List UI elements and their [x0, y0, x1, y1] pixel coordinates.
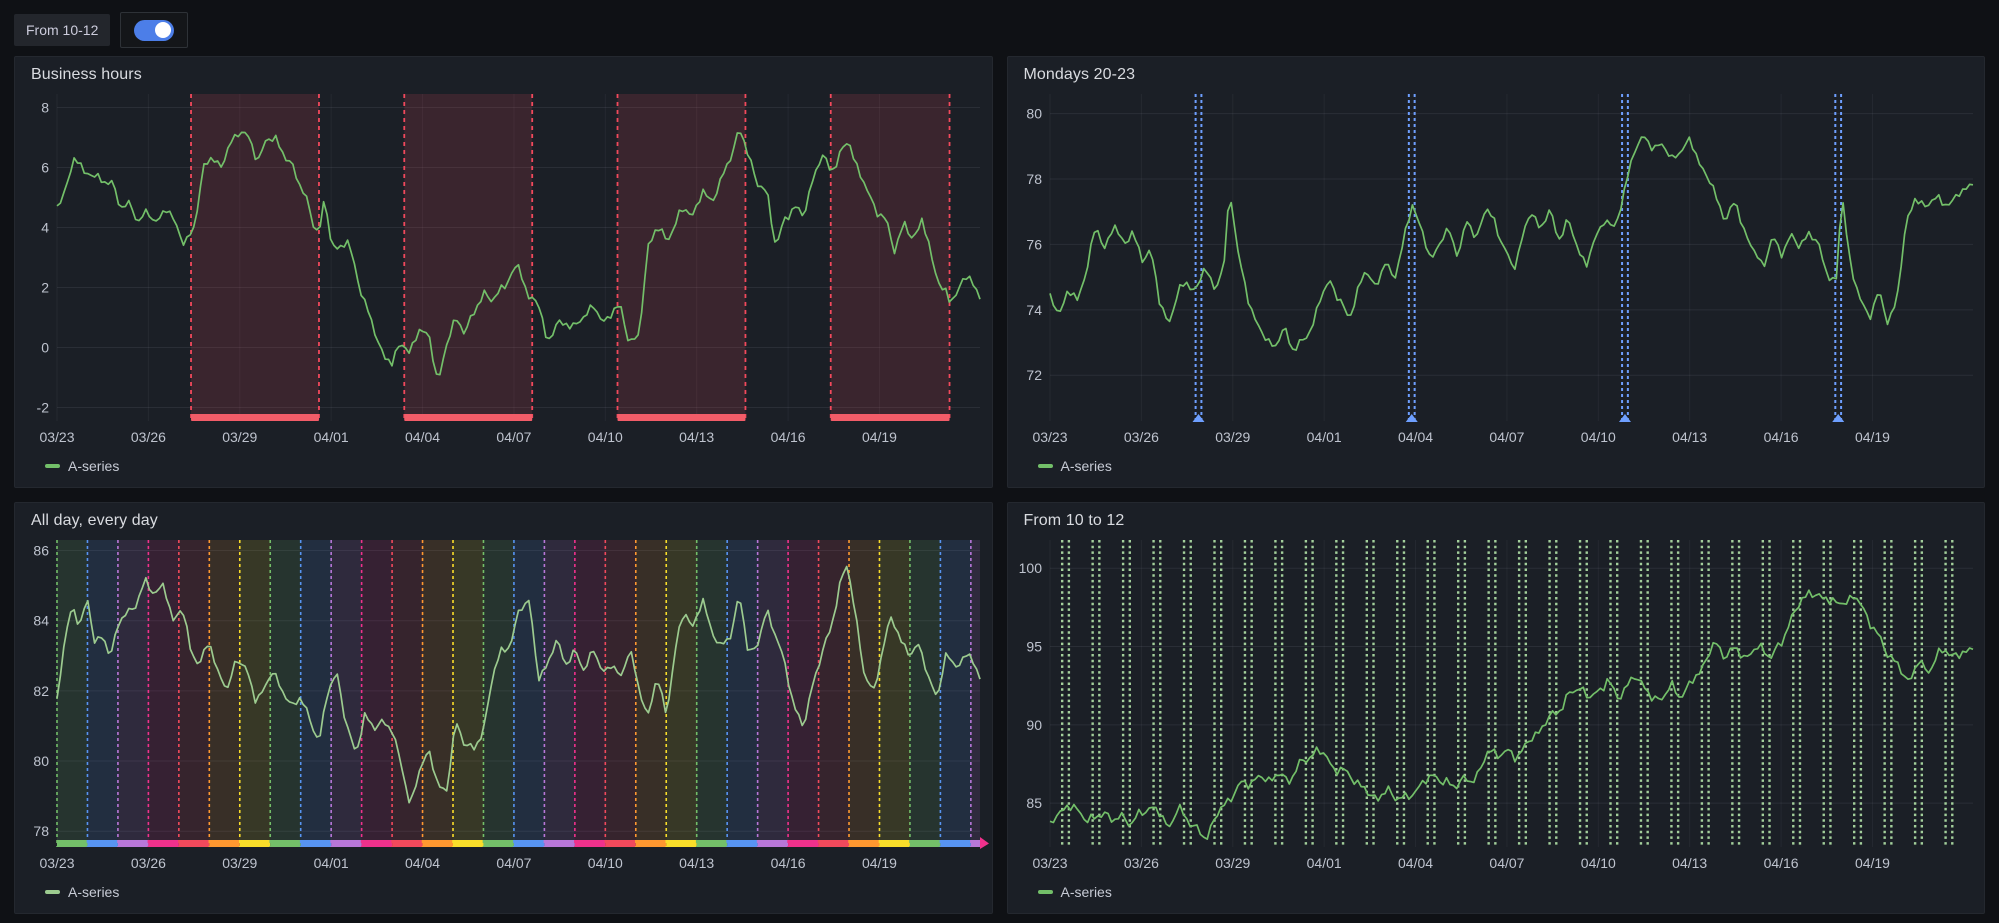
- svg-text:04/01: 04/01: [1306, 429, 1341, 445]
- svg-text:78: 78: [33, 823, 49, 839]
- svg-text:04/07: 04/07: [496, 855, 531, 871]
- svg-text:03/23: 03/23: [39, 855, 74, 871]
- panel-all-day-every-day: All day, every day 03/2303/2603/2904/010…: [14, 502, 993, 914]
- panel-title: All day, every day: [31, 512, 976, 530]
- svg-text:03/26: 03/26: [1123, 855, 1158, 871]
- legend-label: A-series: [1061, 458, 1112, 474]
- legend-label: A-series: [68, 458, 119, 474]
- svg-text:0: 0: [41, 340, 49, 356]
- legend-item[interactable]: A-series: [15, 451, 992, 487]
- svg-text:04/13: 04/13: [1672, 855, 1707, 871]
- svg-text:03/26: 03/26: [1123, 429, 1158, 445]
- series-color-marker: [1038, 890, 1053, 894]
- svg-text:04/07: 04/07: [1489, 429, 1524, 445]
- svg-text:04/04: 04/04: [1398, 855, 1433, 871]
- panel-header[interactable]: From 10 to 12: [1008, 503, 1985, 532]
- svg-text:95: 95: [1026, 639, 1042, 655]
- svg-text:04/19: 04/19: [1854, 855, 1889, 871]
- annotation-filter-label: From 10-12: [14, 14, 110, 46]
- panel-from-10-to-12: From 10 to 12 03/2303/2603/2904/0104/040…: [1007, 502, 1986, 914]
- svg-text:8: 8: [41, 100, 49, 116]
- svg-text:04/19: 04/19: [862, 429, 897, 445]
- svg-text:04/01: 04/01: [1306, 855, 1341, 871]
- svg-text:04/07: 04/07: [496, 429, 531, 445]
- svg-text:03/29: 03/29: [1215, 855, 1250, 871]
- svg-text:80: 80: [33, 753, 49, 769]
- panel-title: Business hours: [31, 66, 976, 84]
- chart-business-hours[interactable]: 03/23 03/26 03/29 04/01 04/04 04/07 04/10 04/13…: [15, 86, 992, 451]
- svg-text:04/01: 04/01: [314, 429, 349, 445]
- svg-text:6: 6: [41, 160, 49, 176]
- toolbar: From 10-12: [0, 0, 1999, 56]
- svg-text:-2: -2: [37, 400, 50, 416]
- series-color-marker: [45, 890, 60, 894]
- svg-text:04/04: 04/04: [1398, 429, 1433, 445]
- legend-item[interactable]: A-series: [15, 877, 992, 913]
- svg-text:03/23: 03/23: [39, 429, 74, 445]
- panel-title: From 10 to 12: [1024, 512, 1969, 530]
- panel-title: Mondays 20-23: [1024, 66, 1969, 84]
- grafana-dashboard: From 10-12 Business hours 03/2303/2603/2…: [0, 0, 1999, 923]
- svg-text:100: 100: [1018, 560, 1042, 576]
- svg-text:04/13: 04/13: [679, 855, 714, 871]
- panel-mondays-20-23: Mondays 20-23 03/2303/2603/2904/0104/040…: [1007, 56, 1986, 488]
- svg-text:04/19: 04/19: [862, 855, 897, 871]
- legend-label: A-series: [68, 884, 119, 900]
- legend-item[interactable]: A-series: [1008, 451, 1985, 487]
- series-color-marker: [45, 464, 60, 468]
- svg-text:04/10: 04/10: [1580, 855, 1615, 871]
- svg-text:03/26: 03/26: [131, 429, 166, 445]
- svg-text:03/29: 03/29: [1215, 429, 1250, 445]
- svg-text:04/10: 04/10: [588, 855, 623, 871]
- svg-text:04/16: 04/16: [1763, 429, 1798, 445]
- panel-header[interactable]: Mondays 20-23: [1008, 57, 1985, 86]
- svg-text:74: 74: [1026, 302, 1042, 318]
- svg-text:4: 4: [41, 220, 49, 236]
- svg-text:84: 84: [33, 613, 49, 629]
- panel-business-hours: Business hours 03/23 03/26 03/29 04/01 04/04…: [14, 56, 993, 488]
- chart-from-10-to-12[interactable]: 03/23 03/26 03/29 04/01 04/04 04/07 04/10 04/13…: [1008, 532, 1985, 877]
- svg-text:78: 78: [1026, 171, 1042, 187]
- series-color-marker: [1038, 464, 1053, 468]
- svg-text:04/13: 04/13: [679, 429, 714, 445]
- svg-text:03/29: 03/29: [222, 855, 257, 871]
- toggle-pill[interactable]: [134, 20, 174, 41]
- annotation-toggle[interactable]: [120, 12, 188, 48]
- svg-text:85: 85: [1026, 795, 1042, 811]
- svg-text:76: 76: [1026, 236, 1042, 252]
- chart-all-day-every-day[interactable]: 03/23 03/26 03/29 04/01 04/04 04/07 04/10 04/13…: [15, 532, 992, 877]
- toggle-knob: [155, 22, 171, 38]
- svg-text:80: 80: [1026, 106, 1042, 122]
- svg-text:04/16: 04/16: [1763, 855, 1798, 871]
- chart-mondays-20-23[interactable]: 03/23 03/26 03/29 04/01 04/04 04/07 04/10 04/13…: [1008, 86, 1985, 451]
- svg-text:04/01: 04/01: [314, 855, 349, 871]
- svg-text:03/29: 03/29: [222, 429, 257, 445]
- svg-text:86: 86: [33, 543, 49, 559]
- svg-text:04/16: 04/16: [771, 429, 806, 445]
- svg-text:04/19: 04/19: [1854, 429, 1889, 445]
- svg-text:03/23: 03/23: [1032, 855, 1067, 871]
- svg-text:04/07: 04/07: [1489, 855, 1524, 871]
- svg-text:82: 82: [33, 683, 49, 699]
- svg-text:90: 90: [1026, 717, 1042, 733]
- svg-text:2: 2: [41, 280, 49, 296]
- svg-text:04/16: 04/16: [771, 855, 806, 871]
- legend-item[interactable]: A-series: [1008, 877, 1985, 913]
- svg-text:03/23: 03/23: [1032, 429, 1067, 445]
- svg-text:04/04: 04/04: [405, 855, 440, 871]
- svg-text:04/13: 04/13: [1672, 429, 1707, 445]
- panel-header[interactable]: All day, every day: [15, 503, 992, 532]
- svg-text:04/10: 04/10: [1580, 429, 1615, 445]
- svg-text:04/04: 04/04: [405, 429, 440, 445]
- svg-text:72: 72: [1026, 367, 1042, 383]
- legend-label: A-series: [1061, 884, 1112, 900]
- svg-text:04/10: 04/10: [588, 429, 623, 445]
- panel-grid: Business hours 03/23 03/26 03/29 04/01 04/04…: [0, 56, 1999, 923]
- panel-header[interactable]: Business hours: [15, 57, 992, 86]
- svg-text:03/26: 03/26: [131, 855, 166, 871]
